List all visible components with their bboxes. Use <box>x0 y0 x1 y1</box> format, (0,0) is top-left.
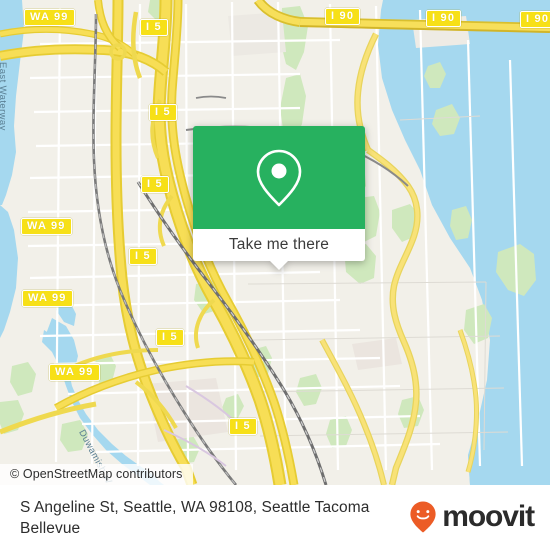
highway-shield: WA 99 <box>22 288 73 307</box>
moovit-pin-smile-icon <box>410 501 436 533</box>
highway-shield: I 90 <box>520 9 550 28</box>
moovit-map-screenshot: East Waterway Duwamish W WA 99 I 5 I 90 … <box>0 0 550 550</box>
popup-tail <box>270 261 288 270</box>
highway-shield: WA 99 <box>24 7 75 26</box>
footer-bar: S Angeline St, Seattle, WA 98108, Seattl… <box>0 485 550 550</box>
popup-action-bar[interactable]: Take me there <box>193 229 365 270</box>
moovit-wordmark: moovit <box>442 500 535 533</box>
map-popup-card[interactable]: Take me there <box>193 126 365 270</box>
osm-attribution[interactable]: © OpenStreetMap contributors <box>0 464 193 485</box>
popup-pin-area <box>193 126 365 229</box>
highway-shield: I 5 <box>140 17 168 36</box>
address-label: S Angeline St, Seattle, WA 98108, Seattl… <box>20 499 370 537</box>
water-label-east-waterway: East Waterway <box>0 62 8 131</box>
highway-shield: I 5 <box>149 102 177 121</box>
highway-shield: I 5 <box>229 416 257 435</box>
highway-shield: I 90 <box>325 6 361 25</box>
osm-attribution-text: © OpenStreetMap contributors <box>10 467 183 481</box>
highway-shield: I 5 <box>141 174 169 193</box>
highway-shield: I 5 <box>129 246 157 265</box>
highway-shield: I 90 <box>426 8 462 27</box>
take-me-there-label: Take me there <box>228 236 330 253</box>
highway-shield: I 5 <box>156 327 184 346</box>
map-pin-icon <box>256 149 302 206</box>
moovit-logo[interactable]: moovit <box>408 497 535 534</box>
highway-shield: WA 99 <box>49 362 100 381</box>
highway-shield: WA 99 <box>21 216 72 235</box>
